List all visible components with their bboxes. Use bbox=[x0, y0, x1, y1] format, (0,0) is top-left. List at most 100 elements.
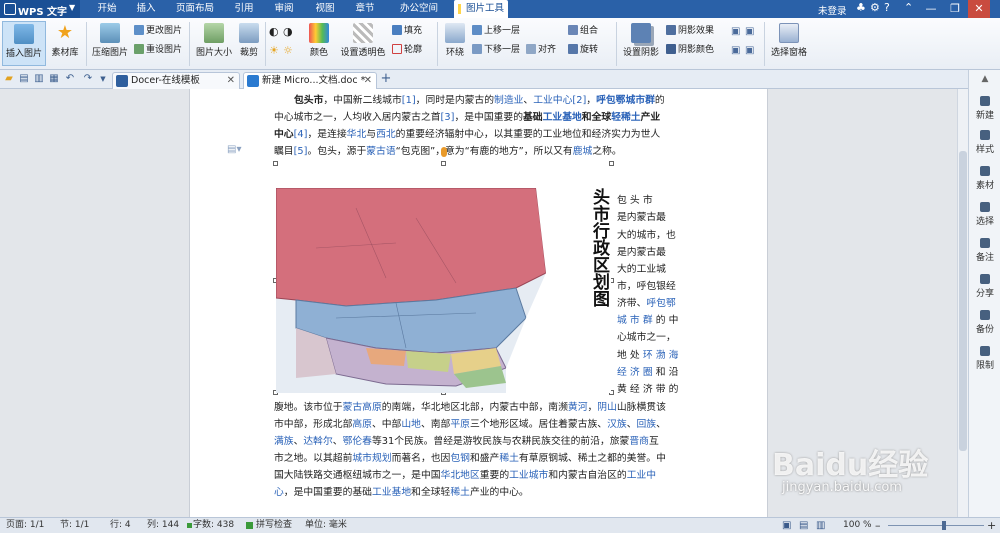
text-link[interactable]: 工业中心 bbox=[533, 95, 572, 106]
close-tab-icon[interactable]: ✕ bbox=[227, 73, 235, 89]
web-view-icon[interactable]: ▥ bbox=[816, 518, 825, 533]
text-link[interactable]: 工业中 bbox=[627, 470, 656, 481]
text-link[interactable]: 制造业 bbox=[494, 95, 523, 106]
tab-picture-tools[interactable]: 图片工具 bbox=[454, 0, 508, 18]
material-library-button[interactable]: ★ 素材库 bbox=[48, 21, 82, 66]
text-link[interactable]: 华北 bbox=[347, 129, 367, 140]
pane-styles[interactable]: 样式 bbox=[969, 130, 1000, 155]
text-link[interactable]: 蒙古高原 bbox=[343, 402, 382, 413]
text-link[interactable]: 蒙古语 bbox=[366, 146, 395, 157]
reset-picture-button[interactable]: 重设图片 bbox=[134, 44, 182, 57]
text-link[interactable]: 工业基地 bbox=[372, 487, 411, 498]
tab-view[interactable]: 视图 bbox=[307, 0, 343, 18]
citation-link[interactable]: [2] bbox=[572, 95, 586, 106]
nudge-shadow-up-icon[interactable]: ▣ bbox=[731, 25, 740, 38]
contrast-down-icon[interactable]: ◑ bbox=[283, 25, 293, 38]
scrollbar-thumb[interactable] bbox=[959, 151, 967, 451]
text-link[interactable]: 呼包鄂 bbox=[646, 298, 675, 309]
shadow-effect-button[interactable]: 阴影效果 bbox=[666, 25, 714, 38]
zoom-slider-track[interactable] bbox=[888, 525, 984, 526]
set-transparent-button[interactable]: 设置透明色 bbox=[338, 21, 388, 66]
page-view-icon[interactable]: ▣ bbox=[782, 518, 791, 533]
pane-scroll-up-icon[interactable]: ▲ bbox=[969, 74, 1000, 84]
quick-access-dropdown-icon[interactable]: ▼ bbox=[97, 73, 109, 85]
text-link[interactable]: 轻稀土 bbox=[611, 112, 640, 123]
nudge-shadow-right-icon[interactable]: ▣ bbox=[745, 44, 754, 57]
tab-docer-templates[interactable]: Docer-在线模板 ✕ bbox=[112, 72, 240, 89]
text-link[interactable]: 包钢 bbox=[450, 453, 470, 464]
color-button[interactable]: 颜色 bbox=[304, 21, 334, 66]
close-tab-icon[interactable]: ✕ bbox=[364, 73, 372, 89]
brightness-down-icon[interactable]: ☼ bbox=[283, 44, 293, 57]
zoom-in-icon[interactable]: + bbox=[987, 518, 996, 533]
text-link[interactable]: 达斡尔 bbox=[303, 436, 332, 447]
citation-link[interactable]: [3] bbox=[441, 112, 455, 123]
contrast-up-icon[interactable]: ◐ bbox=[269, 25, 279, 38]
text-link[interactable]: 平原 bbox=[450, 419, 470, 430]
text-link[interactable]: 华北地区 bbox=[441, 470, 480, 481]
group-button[interactable]: 组合 bbox=[568, 25, 598, 38]
print-preview-icon[interactable]: ▦ bbox=[48, 73, 60, 85]
text-link[interactable]: 阴山 bbox=[597, 402, 617, 413]
rotate-handle-icon[interactable] bbox=[441, 147, 447, 157]
text-link[interactable]: 鄂伦春 bbox=[343, 436, 372, 447]
nudge-shadow-left-icon[interactable]: ▣ bbox=[745, 25, 754, 38]
app-menu-button[interactable]: WPS 文字 ▼ bbox=[0, 0, 80, 18]
text-link[interactable]: 环 渤 海 bbox=[643, 350, 679, 361]
brightness-up-icon[interactable]: ☀ bbox=[269, 44, 279, 57]
outline-view-icon[interactable]: ▤ bbox=[799, 518, 808, 533]
pane-backup[interactable]: 备份 bbox=[969, 310, 1000, 335]
text-link[interactable]: 满族 bbox=[274, 436, 294, 447]
text-link[interactable]: 鹿城 bbox=[573, 146, 593, 157]
tab-chapter[interactable]: 章节 bbox=[347, 0, 383, 18]
fill-button[interactable]: 填充 bbox=[392, 25, 422, 38]
set-shadow-button[interactable]: 设置阴影 bbox=[620, 21, 662, 66]
citation-link[interactable]: [4] bbox=[294, 129, 308, 140]
pane-material[interactable]: 素材 bbox=[969, 166, 1000, 191]
status-word-count[interactable]: 字数: 438 bbox=[193, 518, 234, 533]
resize-handle[interactable] bbox=[441, 161, 446, 166]
text-link[interactable]: 高原 bbox=[352, 419, 372, 430]
pane-restrict[interactable]: 限制 bbox=[969, 346, 1000, 371]
text-link[interactable]: 心 bbox=[274, 487, 284, 498]
pane-notes[interactable]: 备注 bbox=[969, 238, 1000, 263]
crop-button[interactable]: 裁剪 bbox=[236, 21, 262, 66]
tab-document[interactable]: 新建 Micro...文档.doc * ✕ bbox=[243, 72, 377, 89]
tab-page-layout[interactable]: 页面布局 bbox=[166, 0, 224, 18]
rotate-button[interactable]: 旋转 bbox=[568, 44, 598, 57]
tab-start[interactable]: 开始 bbox=[88, 0, 126, 18]
text-link[interactable]: 工业城市 bbox=[509, 470, 548, 481]
print-icon[interactable]: ▥ bbox=[33, 73, 45, 85]
undo-icon[interactable]: ↶ bbox=[64, 73, 76, 85]
text-link[interactable]: 回族 bbox=[636, 419, 656, 430]
tab-references[interactable]: 引用 bbox=[226, 0, 262, 18]
save-icon[interactable]: ▤ bbox=[18, 73, 30, 85]
zoom-level[interactable]: 100 % bbox=[843, 518, 872, 533]
text-link[interactable]: 城市规划 bbox=[352, 453, 391, 464]
shadow-color-button[interactable]: 阴影颜色 bbox=[666, 44, 714, 57]
text-link[interactable]: 黄河 bbox=[568, 402, 588, 413]
text-link[interactable]: 工业基地 bbox=[543, 112, 582, 123]
text-link[interactable]: 经 济 圈 bbox=[617, 367, 653, 378]
text-link[interactable]: 稀土 bbox=[499, 453, 519, 464]
new-tab-button[interactable]: + bbox=[380, 72, 392, 85]
text-link[interactable]: 呼包鄂城市群 bbox=[596, 95, 655, 106]
outline-button[interactable]: 轮廓 bbox=[392, 44, 422, 57]
baotou-admin-map-image[interactable]: 头市行政区划图 bbox=[276, 188, 611, 393]
change-picture-button[interactable]: 更改图片 bbox=[134, 25, 182, 38]
redo-icon[interactable]: ↷ bbox=[82, 73, 94, 85]
zoom-slider-thumb[interactable] bbox=[942, 521, 947, 530]
resize-handle[interactable] bbox=[273, 161, 278, 166]
pane-select[interactable]: 选择 bbox=[969, 202, 1000, 227]
insert-picture-button[interactable]: 插入图片 bbox=[2, 21, 46, 66]
restore-icon[interactable]: ❐ bbox=[944, 0, 966, 18]
tab-insert[interactable]: 插入 bbox=[128, 0, 164, 18]
zoom-out-icon[interactable]: – bbox=[875, 518, 881, 533]
align-button[interactable]: 对齐 bbox=[526, 44, 556, 57]
pane-new[interactable]: 新建 bbox=[969, 96, 1000, 121]
resize-handle[interactable] bbox=[609, 161, 614, 166]
text-link[interactable]: 山地 bbox=[401, 419, 421, 430]
text-link[interactable]: 西北 bbox=[376, 129, 396, 140]
selection-pane-button[interactable]: 选择窗格 bbox=[768, 21, 810, 66]
tab-review[interactable]: 审阅 bbox=[266, 0, 302, 18]
